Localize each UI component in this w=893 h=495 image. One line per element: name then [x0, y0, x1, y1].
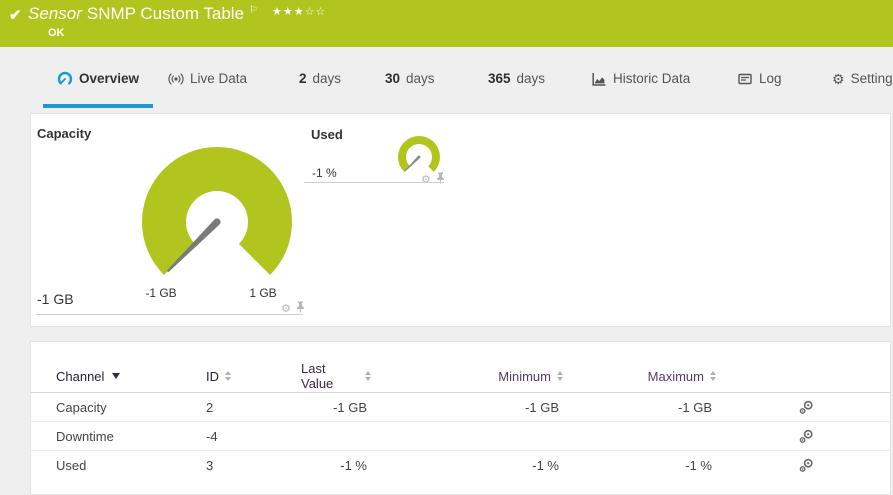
stars-empty[interactable]: ☆☆ [305, 6, 327, 18]
page-title: SNMP Custom Table [86, 4, 245, 23]
tab-historic-data[interactable]: Historic Data [577, 47, 704, 110]
tab-365-days-unit: days [516, 71, 546, 86]
overview-panel: Capacity -1 GB -1 GB 1 GB ⚙ Used -1 % ⚙ [30, 113, 891, 327]
capacity-scale-max: 1 GB [249, 286, 277, 300]
column-header-id[interactable]: ID [206, 369, 301, 384]
tab-365-days[interactable]: 365 days [474, 47, 559, 110]
cell-id: 2 [206, 399, 214, 415]
cell-maximum: -1 GB [678, 399, 712, 415]
channel-table-header: Channel ID Last Value Minimum Maximum [31, 360, 890, 393]
sort-desc-icon [112, 373, 121, 379]
sort-icon [365, 371, 371, 381]
capacity-current-value: -1 GB [37, 291, 74, 307]
gauge-settings-gear-icon[interactable]: ⚙ [281, 303, 291, 315]
cell-minimum: -1 GB [525, 399, 559, 415]
cell-id: 3 [206, 457, 214, 473]
used-current-value: -1 % [312, 166, 337, 180]
edit-channel-gears-icon[interactable] [798, 458, 814, 473]
sensor-title-prefix: Sensor [28, 4, 82, 23]
tab-2-days[interactable]: 2 days [285, 47, 355, 110]
tab-30-days-number: 30 [385, 71, 401, 86]
cell-channel[interactable]: Used [56, 458, 206, 473]
table-row-capacity: Capacity 2 -1 GB -1 GB -1 GB [31, 393, 890, 422]
edit-channel-gears-icon[interactable] [798, 400, 814, 415]
used-gauge-arc [398, 136, 440, 172]
pin-icon[interactable] [295, 300, 306, 318]
log-screen-icon [737, 71, 753, 87]
area-chart-icon [591, 71, 607, 87]
cell-channel[interactable]: Downtime [56, 429, 206, 444]
gauge-settings-gear-icon[interactable]: ⚙ [421, 174, 431, 186]
tab-2-days-unit: days [312, 71, 342, 86]
used-gauge-tools: ⚙ [421, 171, 446, 189]
tab-settings-label: Settings [850, 71, 893, 86]
status-badge: OK [48, 27, 65, 39]
cell-last-value: -1 GB [333, 399, 367, 415]
column-header-channel[interactable]: Channel [56, 369, 206, 384]
gauge-icon [57, 71, 73, 87]
column-header-id-label: ID [206, 368, 219, 384]
capacity-gauge-tools: ⚙ [281, 300, 306, 318]
tab-overview-label: Overview [79, 71, 140, 86]
gear-icon: ⚙ [832, 70, 845, 87]
tab-365-days-number: 365 [488, 71, 511, 86]
capacity-gauge-title: Capacity [37, 126, 92, 141]
capacity-divider [36, 314, 303, 315]
table-row-downtime: Downtime -4 [31, 422, 890, 451]
ok-check-icon: ✔ [9, 7, 22, 24]
column-header-maximum[interactable]: Maximum [648, 369, 716, 384]
sensor-title-row: Sensor SNMP Custom Table ⚐ ★★★☆☆ [28, 4, 326, 24]
capacity-scale-min: -1 GB [145, 286, 177, 300]
tab-30-days[interactable]: 30 days [371, 47, 449, 110]
cell-maximum: -1 % [685, 457, 712, 473]
column-header-channel-label: Channel [56, 368, 105, 384]
tab-settings[interactable]: ⚙ Settings [818, 47, 893, 110]
column-header-minimum[interactable]: Minimum [498, 369, 563, 384]
pin-icon[interactable] [435, 171, 446, 189]
tab-historic-data-label: Historic Data [613, 71, 691, 86]
table-row-used: Used 3 -1 % -1 % -1 % [31, 451, 890, 479]
cell-channel[interactable]: Capacity [56, 400, 206, 415]
tab-overview[interactable]: Overview [43, 47, 154, 110]
sensor-status-header: ✔ Sensor SNMP Custom Table ⚐ ★★★☆☆ OK [0, 0, 893, 47]
cell-minimum: -1 % [532, 457, 559, 473]
priority-stars[interactable]: ★★★☆☆ [272, 5, 326, 18]
tab-log-label: Log [759, 71, 782, 86]
edit-channel-gears-icon[interactable] [798, 429, 814, 444]
column-header-minimum-label: Minimum [498, 368, 551, 384]
used-gauge-title: Used [311, 127, 343, 142]
tab-30-days-unit: days [406, 71, 435, 86]
sort-icon [710, 371, 716, 381]
column-header-maximum-label: Maximum [647, 368, 704, 384]
cell-id: -4 [206, 428, 218, 444]
sort-icon [557, 371, 563, 381]
capacity-gauge-arc [142, 146, 292, 276]
tab-2-days-number: 2 [299, 71, 307, 86]
sort-icon [225, 371, 231, 381]
tab-bar: Overview Live Data 2 days 30 days 365 da… [0, 47, 893, 110]
channel-table-panel: Channel ID Last Value Minimum Maximum Ca… [30, 341, 891, 495]
priority-flag-icon[interactable]: ⚐ [249, 5, 258, 16]
tab-live-data[interactable]: Live Data [154, 47, 261, 110]
stars-filled[interactable]: ★★★ [272, 6, 305, 18]
column-header-last-value-label: Last Value [301, 361, 334, 391]
column-header-last-value[interactable]: Last Value [301, 361, 371, 391]
tab-log[interactable]: Log [723, 47, 796, 110]
used-divider [304, 182, 444, 183]
cell-last-value: -1 % [340, 457, 367, 473]
tab-live-data-label: Live Data [190, 71, 248, 86]
broadcast-icon [168, 71, 184, 87]
